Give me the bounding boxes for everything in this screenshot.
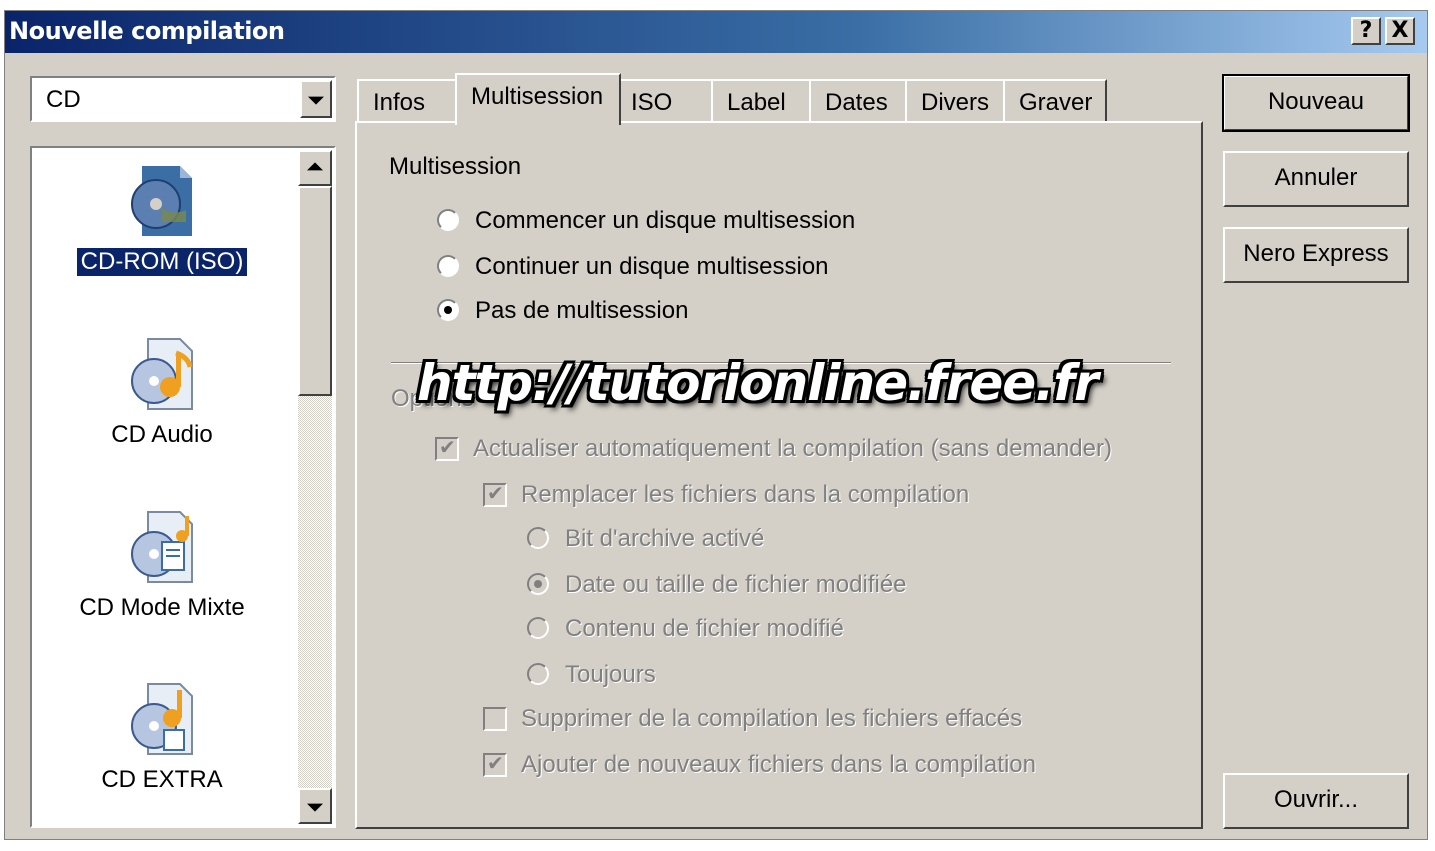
radio-content-changed-label[interactable]: Contenu de fichier modifié — [565, 615, 844, 643]
watermark-text: http://tutorionline.free.fr — [417, 354, 1099, 412]
radio-no-multisession-label[interactable]: Pas de multisession — [475, 297, 688, 325]
list-item-label: CD Mode Mixte — [79, 594, 245, 621]
radio-archive-bit-label[interactable]: Bit d'archive activé — [565, 525, 764, 553]
tab-multisession[interactable]: Multisession — [455, 73, 621, 125]
cd-audio-icon — [131, 338, 193, 410]
list-item-cd-mixed-mode[interactable]: CD Mode Mixte — [32, 506, 292, 622]
chevron-down-icon — [308, 96, 324, 105]
scroll-thumb[interactable] — [298, 186, 332, 396]
cancel-button[interactable]: Annuler — [1223, 151, 1409, 207]
scroll-down-button[interactable] — [298, 788, 332, 824]
checkbox-add-files-label[interactable]: Ajouter de nouveaux fichiers dans la com… — [521, 751, 1036, 779]
radio-content-changed[interactable] — [527, 617, 549, 639]
media-type-value: CD — [46, 86, 81, 113]
checkbox-replace-files-label[interactable]: Remplacer les fichiers dans la compilati… — [521, 481, 969, 509]
title-bar[interactable]: Nouvelle compilation ? X — [5, 11, 1427, 53]
checkbox-delete-files-label[interactable]: Supprimer de la compilation les fichiers… — [521, 705, 1022, 733]
check-icon: ✔ — [487, 753, 504, 775]
compilation-type-list[interactable]: CD-ROM (ISO) CD Audio CD Mode Mixte CD E… — [30, 146, 336, 828]
checkbox-replace-files[interactable]: ✔ — [483, 483, 507, 507]
tab-dates[interactable]: Dates — [809, 79, 907, 123]
radio-continue-multisession[interactable] — [437, 255, 459, 277]
checkbox-auto-update[interactable]: ✔ — [435, 437, 459, 461]
check-icon: ✔ — [439, 437, 456, 459]
new-compilation-dialog: Nouvelle compilation ? X CD CD-ROM (ISO) — [4, 10, 1428, 840]
cd-mixed-mode-icon — [131, 511, 193, 583]
radio-selected-dot — [534, 580, 542, 588]
list-scrollbar[interactable] — [298, 150, 332, 824]
radio-start-multisession-label[interactable]: Commencer un disque multisession — [475, 207, 855, 235]
cd-rom-iso-icon — [131, 166, 192, 236]
scroll-up-button[interactable] — [298, 150, 332, 186]
radio-selected-dot — [444, 306, 452, 314]
close-button[interactable]: X — [1385, 17, 1415, 45]
radio-archive-bit[interactable] — [527, 527, 549, 549]
window-title: Nouvelle compilation — [9, 17, 285, 45]
radio-start-multisession[interactable] — [437, 209, 459, 231]
multisession-heading: Multisession — [389, 153, 522, 180]
list-item-label: CD Audio — [111, 421, 213, 448]
radio-continue-multisession-label[interactable]: Continuer un disque multisession — [475, 253, 829, 281]
list-item-cd-audio[interactable]: CD Audio — [32, 333, 292, 449]
cd-extra-icon — [131, 683, 193, 755]
chevron-up-icon — [307, 162, 323, 171]
list-item-cd-rom-iso[interactable]: CD-ROM (ISO) — [32, 160, 292, 277]
check-icon: ✔ — [487, 483, 504, 505]
radio-date-size-changed-label[interactable]: Date ou taille de fichier modifiée — [565, 571, 907, 599]
chevron-down-icon — [307, 803, 323, 812]
list-item-cd-extra[interactable]: CD EXTRA — [32, 678, 292, 794]
tab-graver[interactable]: Graver — [1003, 79, 1107, 123]
tab-infos[interactable]: Infos — [357, 79, 457, 123]
tab-divers[interactable]: Divers — [905, 79, 1005, 123]
checkbox-auto-update-label[interactable]: Actualiser automatiquement la compilatio… — [473, 435, 1112, 463]
nero-express-button[interactable]: Nero Express — [1223, 227, 1409, 283]
media-type-combo[interactable]: CD — [30, 76, 336, 122]
open-button[interactable]: Ouvrir... — [1223, 773, 1409, 829]
tab-label[interactable]: Label — [711, 79, 811, 123]
new-button[interactable]: Nouveau — [1222, 74, 1410, 132]
checkbox-add-files[interactable]: ✔ — [483, 753, 507, 777]
radio-date-size-changed[interactable] — [527, 573, 549, 595]
checkbox-delete-files[interactable] — [483, 707, 507, 731]
help-button[interactable]: ? — [1351, 17, 1381, 45]
tab-iso[interactable]: ISO — [619, 79, 713, 123]
combo-dropdown-button[interactable] — [300, 80, 332, 118]
radio-always[interactable] — [527, 663, 549, 685]
list-item-label: CD EXTRA — [101, 766, 223, 793]
radio-always-label[interactable]: Toujours — [565, 661, 656, 689]
radio-no-multisession[interactable] — [437, 299, 459, 321]
list-item-label: CD-ROM (ISO) — [75, 247, 249, 277]
